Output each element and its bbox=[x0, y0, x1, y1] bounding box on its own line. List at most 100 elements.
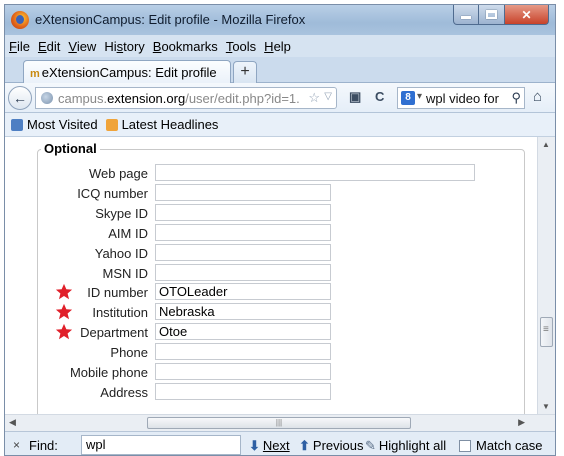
mobile-phone-input[interactable] bbox=[155, 363, 331, 380]
find-close-button[interactable]: × bbox=[13, 438, 20, 452]
department-input[interactable]: Otoe bbox=[155, 323, 331, 340]
scroll-up-icon[interactable]: ▲ bbox=[542, 140, 550, 149]
title-bar[interactable]: eXtensionCampus: Edit profile - Mozilla … bbox=[5, 5, 555, 35]
search-engine-dropdown-icon[interactable]: ▾ bbox=[417, 91, 422, 102]
reload-icon[interactable]: C bbox=[375, 89, 384, 104]
menu-bookmarks[interactable]: Bookmarks bbox=[153, 39, 218, 54]
menu-edit-mnemonic: E bbox=[37, 38, 47, 54]
find-previous-button[interactable]: ⬆ Previous bbox=[299, 438, 363, 454]
bookmark-most-visited[interactable]: Most Visited bbox=[27, 117, 98, 132]
find-input[interactable]: wpl bbox=[81, 435, 241, 455]
yahoo-id-input[interactable] bbox=[155, 244, 331, 261]
tab-edit-profile[interactable]: m eXtensionCampus: Edit profile bbox=[23, 60, 231, 84]
icq-number-input[interactable] bbox=[155, 184, 331, 201]
web-page-input[interactable] bbox=[155, 164, 475, 181]
url-text[interactable]: campus.extension.org/user/edit.php?id=1. bbox=[58, 91, 306, 106]
field-label: Web page bbox=[88, 166, 148, 181]
form-row-institution: Institution Nebraska bbox=[5, 303, 537, 323]
site-identity-icon[interactable] bbox=[41, 92, 53, 104]
menu-help-rest: elp bbox=[273, 38, 291, 54]
menu-file[interactable]: File bbox=[9, 39, 30, 54]
vertical-scrollbar[interactable]: ▲ ▼ bbox=[537, 137, 555, 414]
url-path: /user/edit.php?id=1. bbox=[185, 91, 300, 106]
required-star-icon bbox=[55, 323, 73, 340]
menu-view-rest: iew bbox=[76, 38, 97, 54]
field-label: Phone bbox=[110, 345, 148, 360]
aim-id-input[interactable] bbox=[155, 224, 331, 241]
search-input[interactable]: wpl video for bbox=[426, 91, 506, 106]
match-case-label: Match case bbox=[476, 438, 543, 453]
new-tab-button[interactable]: + bbox=[233, 61, 257, 83]
phone-input[interactable] bbox=[155, 343, 331, 360]
navigation-bar: ← campus.extension.org/user/edit.php?id=… bbox=[5, 83, 555, 113]
url-bar[interactable]: campus.extension.org/user/edit.php?id=1.… bbox=[35, 87, 337, 109]
home-icon[interactable]: ⌂ bbox=[533, 88, 542, 105]
form-row-address: Address bbox=[5, 383, 537, 403]
scroll-down-icon[interactable]: ▼ bbox=[542, 402, 550, 411]
firefox-logo-icon[interactable] bbox=[11, 11, 29, 29]
msn-id-input[interactable] bbox=[155, 264, 331, 281]
menu-view[interactable]: View bbox=[68, 39, 96, 54]
highlight-all-button[interactable]: ✎ Highlight all bbox=[365, 438, 446, 454]
form-row-phone: Phone bbox=[5, 343, 537, 363]
arrow-down-icon: ⬇ bbox=[249, 438, 260, 453]
field-label: ICQ number bbox=[77, 186, 148, 201]
institution-input[interactable]: Nebraska bbox=[155, 303, 331, 320]
menu-help-mnemonic: H bbox=[264, 38, 274, 54]
bookmark-star-icon[interactable]: ☆ bbox=[308, 90, 320, 106]
search-go-icon[interactable]: ⚲ bbox=[511, 90, 521, 106]
id-number-input[interactable]: OTOLeader bbox=[155, 283, 331, 300]
arrow-up-icon: ⬆ bbox=[299, 438, 310, 453]
url-prefix: campus. bbox=[58, 91, 108, 106]
skype-id-input[interactable] bbox=[155, 204, 331, 221]
form-row-department: Department Otoe bbox=[5, 323, 537, 343]
menu-edit[interactable]: Edit bbox=[38, 39, 60, 54]
minimize-icon bbox=[461, 16, 471, 19]
menu-file-rest: ile bbox=[16, 38, 30, 54]
back-arrow-icon: ← bbox=[13, 90, 27, 106]
horizontal-scrollbar[interactable]: ◀ ||| ▶ bbox=[5, 414, 555, 431]
bookmark-latest-headlines[interactable]: Latest Headlines bbox=[122, 117, 219, 132]
match-case-checkbox[interactable]: Match case bbox=[459, 438, 542, 453]
tab-strip: m eXtensionCampus: Edit profile + bbox=[5, 57, 555, 84]
field-label: AIM ID bbox=[108, 226, 148, 241]
search-engine-icon[interactable]: 8 bbox=[401, 91, 415, 105]
back-button[interactable]: ← bbox=[8, 86, 32, 110]
vertical-scroll-thumb[interactable] bbox=[540, 317, 553, 347]
page-info-icon[interactable]: ▣ bbox=[349, 89, 361, 105]
find-next-label: Next bbox=[262, 438, 290, 453]
tab-label: eXtensionCampus: Edit profile bbox=[41, 65, 217, 80]
window-controls: ✕ bbox=[453, 5, 549, 25]
field-label: Address bbox=[100, 385, 148, 400]
form-row-aim: AIM ID bbox=[5, 224, 537, 244]
address-input[interactable] bbox=[155, 383, 331, 400]
section-legend[interactable]: Optional bbox=[41, 141, 100, 156]
scroll-left-icon[interactable]: ◀ bbox=[9, 417, 16, 428]
menu-edit-rest: dit bbox=[46, 38, 61, 54]
required-star-icon bbox=[55, 283, 73, 300]
form-row-msn: MSN ID bbox=[5, 264, 537, 284]
maximize-button[interactable] bbox=[479, 5, 505, 25]
form-row-skype: Skype ID bbox=[5, 204, 537, 224]
horizontal-scroll-thumb[interactable]: ||| bbox=[147, 417, 411, 429]
find-label: Find: bbox=[29, 438, 58, 453]
page-content: Optional Web page ICQ number Skype ID AI… bbox=[5, 137, 537, 414]
url-history-dropdown-icon[interactable]: ▽ bbox=[324, 91, 332, 102]
menu-tools[interactable]: Tools bbox=[226, 39, 256, 54]
search-bar[interactable]: 8 ▾ wpl video for ⚲ bbox=[397, 87, 525, 109]
menu-bookmarks-rest: ookmarks bbox=[161, 38, 218, 54]
menu-help[interactable]: Help bbox=[264, 39, 291, 54]
minimize-button[interactable] bbox=[453, 5, 479, 25]
scroll-right-icon[interactable]: ▶ bbox=[518, 417, 525, 428]
form-row-yahoo: Yahoo ID bbox=[5, 244, 537, 264]
find-bar: × Find: wpl ⬇ Next ⬆ Previous ✎ Highlight a… bbox=[5, 431, 555, 455]
highlight-all-label: Highlight all bbox=[378, 438, 447, 453]
field-label: Yahoo ID bbox=[94, 246, 148, 261]
checkbox-box[interactable] bbox=[459, 440, 471, 452]
form-row-web-page: Web page bbox=[5, 164, 537, 184]
maximize-icon bbox=[486, 10, 497, 19]
find-next-button[interactable]: ⬇ Next bbox=[249, 438, 290, 454]
close-window-button[interactable]: ✕ bbox=[505, 5, 549, 25]
url-domain: extension.org bbox=[107, 91, 186, 106]
menu-history[interactable]: History bbox=[104, 39, 144, 54]
